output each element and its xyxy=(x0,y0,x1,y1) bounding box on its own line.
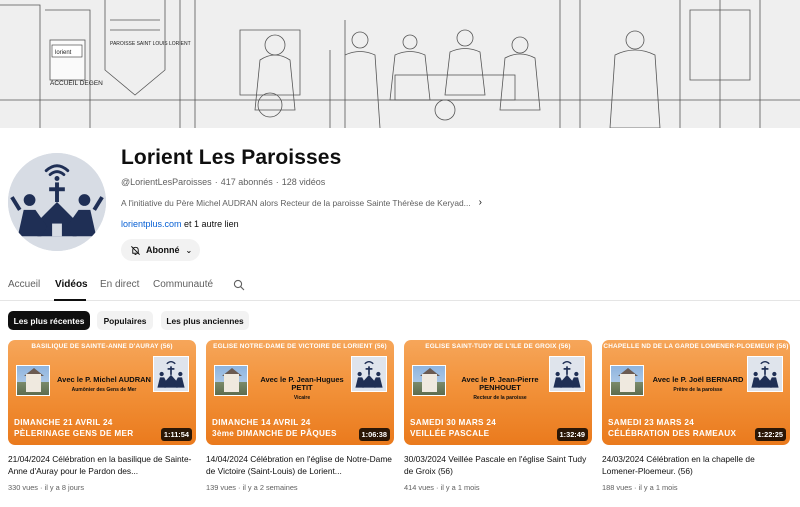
upload-age: il y a 8 jours xyxy=(44,483,85,492)
active-tab-indicator xyxy=(54,299,86,301)
thumb-date: SAMEDI 30 MARS 24 xyxy=(410,418,497,427)
church-logo-icon xyxy=(153,356,189,392)
subscribe-label: Abonné xyxy=(146,245,180,255)
channel-avatar[interactable] xyxy=(8,153,106,251)
search-icon[interactable] xyxy=(233,279,245,291)
channel-description[interactable]: A l'initiative du Père Michel AUDRAN alo… xyxy=(121,197,482,208)
chevron-down-icon: ⌄ xyxy=(185,245,193,255)
video-meta: 139 vues · il y a 2 semaines xyxy=(206,483,298,492)
channel-title: Lorient Les Paroisses xyxy=(121,146,342,169)
channel-link[interactable]: lorientplus.com xyxy=(121,219,182,229)
chip-oldest[interactable]: Les plus anciennes xyxy=(161,311,249,330)
chevron-right-icon[interactable]: › xyxy=(479,197,482,208)
priest-role: Vicaire xyxy=(293,395,311,401)
subscribe-button[interactable]: Abonné ⌄ xyxy=(121,239,200,261)
tab-videos[interactable]: Vidéos xyxy=(55,279,88,290)
tab-accueil[interactable]: Accueil xyxy=(8,279,40,290)
thumb-priest: Avec le P. Jean-Hugues PETIT Vicaire xyxy=(252,375,352,402)
video-duration: 1:32:49 xyxy=(556,428,588,441)
video-meta: 330 vues · il y a 8 jours xyxy=(8,483,85,492)
priest-name: Avec le P. Joël BERNARD xyxy=(652,375,744,384)
priest-role: Recteur de la paroisse xyxy=(473,395,527,401)
thumb-priest: Avec le P. Jean-Pierre PENHOUET Recteur … xyxy=(450,375,550,402)
church-logo-icon xyxy=(549,356,585,392)
video-card[interactable]: EGLISE NOTRE-DAME DE VICTOIRE DE LORIENT… xyxy=(206,340,394,492)
video-meta: 188 vues · il y a 1 mois xyxy=(602,483,678,492)
priest-name: Avec le P. Jean-Pierre PENHOUET xyxy=(461,375,539,392)
channel-tabs: Accueil Vidéos En direct Communauté xyxy=(0,272,800,301)
thumb-date: DIMANCHE 21 AVRIL 24 xyxy=(14,418,113,427)
video-title[interactable]: 30/03/2024 Veillée Pascale en l'église S… xyxy=(404,453,592,477)
video-meta: 414 vues · il y a 1 mois xyxy=(404,483,480,492)
thumb-event: VEILLÉE PASCALE xyxy=(410,429,490,438)
church-photo xyxy=(412,365,446,396)
video-thumbnail[interactable]: BASILIQUE DE SAINTE-ANNE D'AURAY (56) Av… xyxy=(8,340,196,445)
description-text: A l'initiative du Père Michel AUDRAN alo… xyxy=(121,197,471,208)
priest-role: Aumônier des Gens de Mer xyxy=(71,387,137,393)
video-card[interactable]: BASILIQUE DE SAINTE-ANNE D'AURAY (56) Av… xyxy=(8,340,196,492)
view-count: 414 vues xyxy=(404,483,434,492)
church-photo xyxy=(610,365,644,396)
banner-logo-text: lorient xyxy=(55,50,72,56)
tab-en-direct[interactable]: En direct xyxy=(100,279,139,290)
view-count: 139 vues xyxy=(206,483,236,492)
church-photo xyxy=(16,365,50,396)
upload-age: il y a 1 mois xyxy=(440,483,480,492)
video-title[interactable]: 21/04/2024 Célébration en la basilique d… xyxy=(8,453,196,477)
thumb-event: PÈLERINAGE GENS DE MER xyxy=(14,429,134,438)
tab-communaute[interactable]: Communauté xyxy=(153,279,213,290)
upload-age: il y a 1 mois xyxy=(638,483,678,492)
church-photo xyxy=(214,365,248,396)
thumb-event: CÉLÉBRATION DES RAMEAUX xyxy=(608,429,737,438)
video-count: 128 vidéos xyxy=(281,177,326,187)
subscriber-count: 417 abonnés xyxy=(220,177,273,187)
thumb-priest: Avec le P. Michel AUDRAN Aumônier des Ge… xyxy=(54,375,154,394)
other-links[interactable]: et 1 autre lien xyxy=(184,219,239,229)
video-card[interactable]: CHAPELLE ND DE LA GARDE LOMENER-PLOEMEUR… xyxy=(602,340,790,492)
upload-age: il y a 2 semaines xyxy=(242,483,298,492)
chip-latest[interactable]: Les plus récentes xyxy=(8,311,90,330)
church-logo-icon xyxy=(351,356,387,392)
video-title[interactable]: 24/03/2024 Célébration en la chapelle de… xyxy=(602,453,790,477)
channel-links: lorientplus.com et 1 autre lien xyxy=(121,219,239,229)
thumb-header: CHAPELLE ND DE LA GARDE LOMENER-PLOEMEUR… xyxy=(603,343,789,350)
priest-role: Prêtre de la paroisse xyxy=(673,387,723,393)
priest-name: Avec le P. Michel AUDRAN xyxy=(57,375,151,384)
chip-popular[interactable]: Populaires xyxy=(97,311,153,330)
banner-sign-text: ACCUEIL DEGEN xyxy=(50,80,103,87)
channel-banner: lorient ACCUEIL DEGEN PAROISSE SAINT LOU… xyxy=(0,0,800,128)
thumb-header: BASILIQUE DE SAINTE-ANNE D'AURAY (56) xyxy=(31,343,173,350)
video-card[interactable]: EGLISE SAINT-TUDY DE L'ILE DE GROIX (56)… xyxy=(404,340,592,492)
banner-sketch-image: lorient ACCUEIL DEGEN PAROISSE SAINT LOU… xyxy=(0,0,800,128)
thumb-event: 3ème DIMANCHE DE PÂQUES xyxy=(212,429,337,438)
thumb-date: SAMEDI 23 MARS 24 xyxy=(608,418,695,427)
thumb-priest: Avec le P. Joël BERNARD Prêtre de la par… xyxy=(648,375,748,394)
video-thumbnail[interactable]: EGLISE NOTRE-DAME DE VICTOIRE DE LORIENT… xyxy=(206,340,394,445)
video-thumbnail[interactable]: EGLISE SAINT-TUDY DE L'ILE DE GROIX (56)… xyxy=(404,340,592,445)
video-duration: 1:06:38 xyxy=(358,428,390,441)
video-duration: 1:11:54 xyxy=(160,428,192,441)
video-title[interactable]: 14/04/2024 Célébration en l'église de No… xyxy=(206,453,394,477)
thumb-header: EGLISE SAINT-TUDY DE L'ILE DE GROIX (56) xyxy=(425,343,571,350)
bell-off-icon xyxy=(131,245,140,255)
church-logo-icon xyxy=(8,153,106,251)
video-duration: 1:22:25 xyxy=(754,428,786,441)
banner-flag-text: PAROISSE SAINT LOUIS LORIENT xyxy=(110,41,191,47)
channel-meta: @LorientLesParoisses · 417 abonnés · 128 vid… xyxy=(121,177,326,187)
church-logo-icon xyxy=(747,356,783,392)
video-thumbnail[interactable]: CHAPELLE ND DE LA GARDE LOMENER-PLOEMEUR… xyxy=(602,340,790,445)
view-count: 188 vues xyxy=(602,483,632,492)
thumb-header: EGLISE NOTRE-DAME DE VICTOIRE DE LORIENT… xyxy=(213,343,387,350)
channel-handle: @LorientLesParoisses xyxy=(121,177,212,187)
view-count: 330 vues xyxy=(8,483,38,492)
thumb-date: DIMANCHE 14 AVRIL 24 xyxy=(212,418,311,427)
priest-name: Avec le P. Jean-Hugues PETIT xyxy=(260,375,344,392)
